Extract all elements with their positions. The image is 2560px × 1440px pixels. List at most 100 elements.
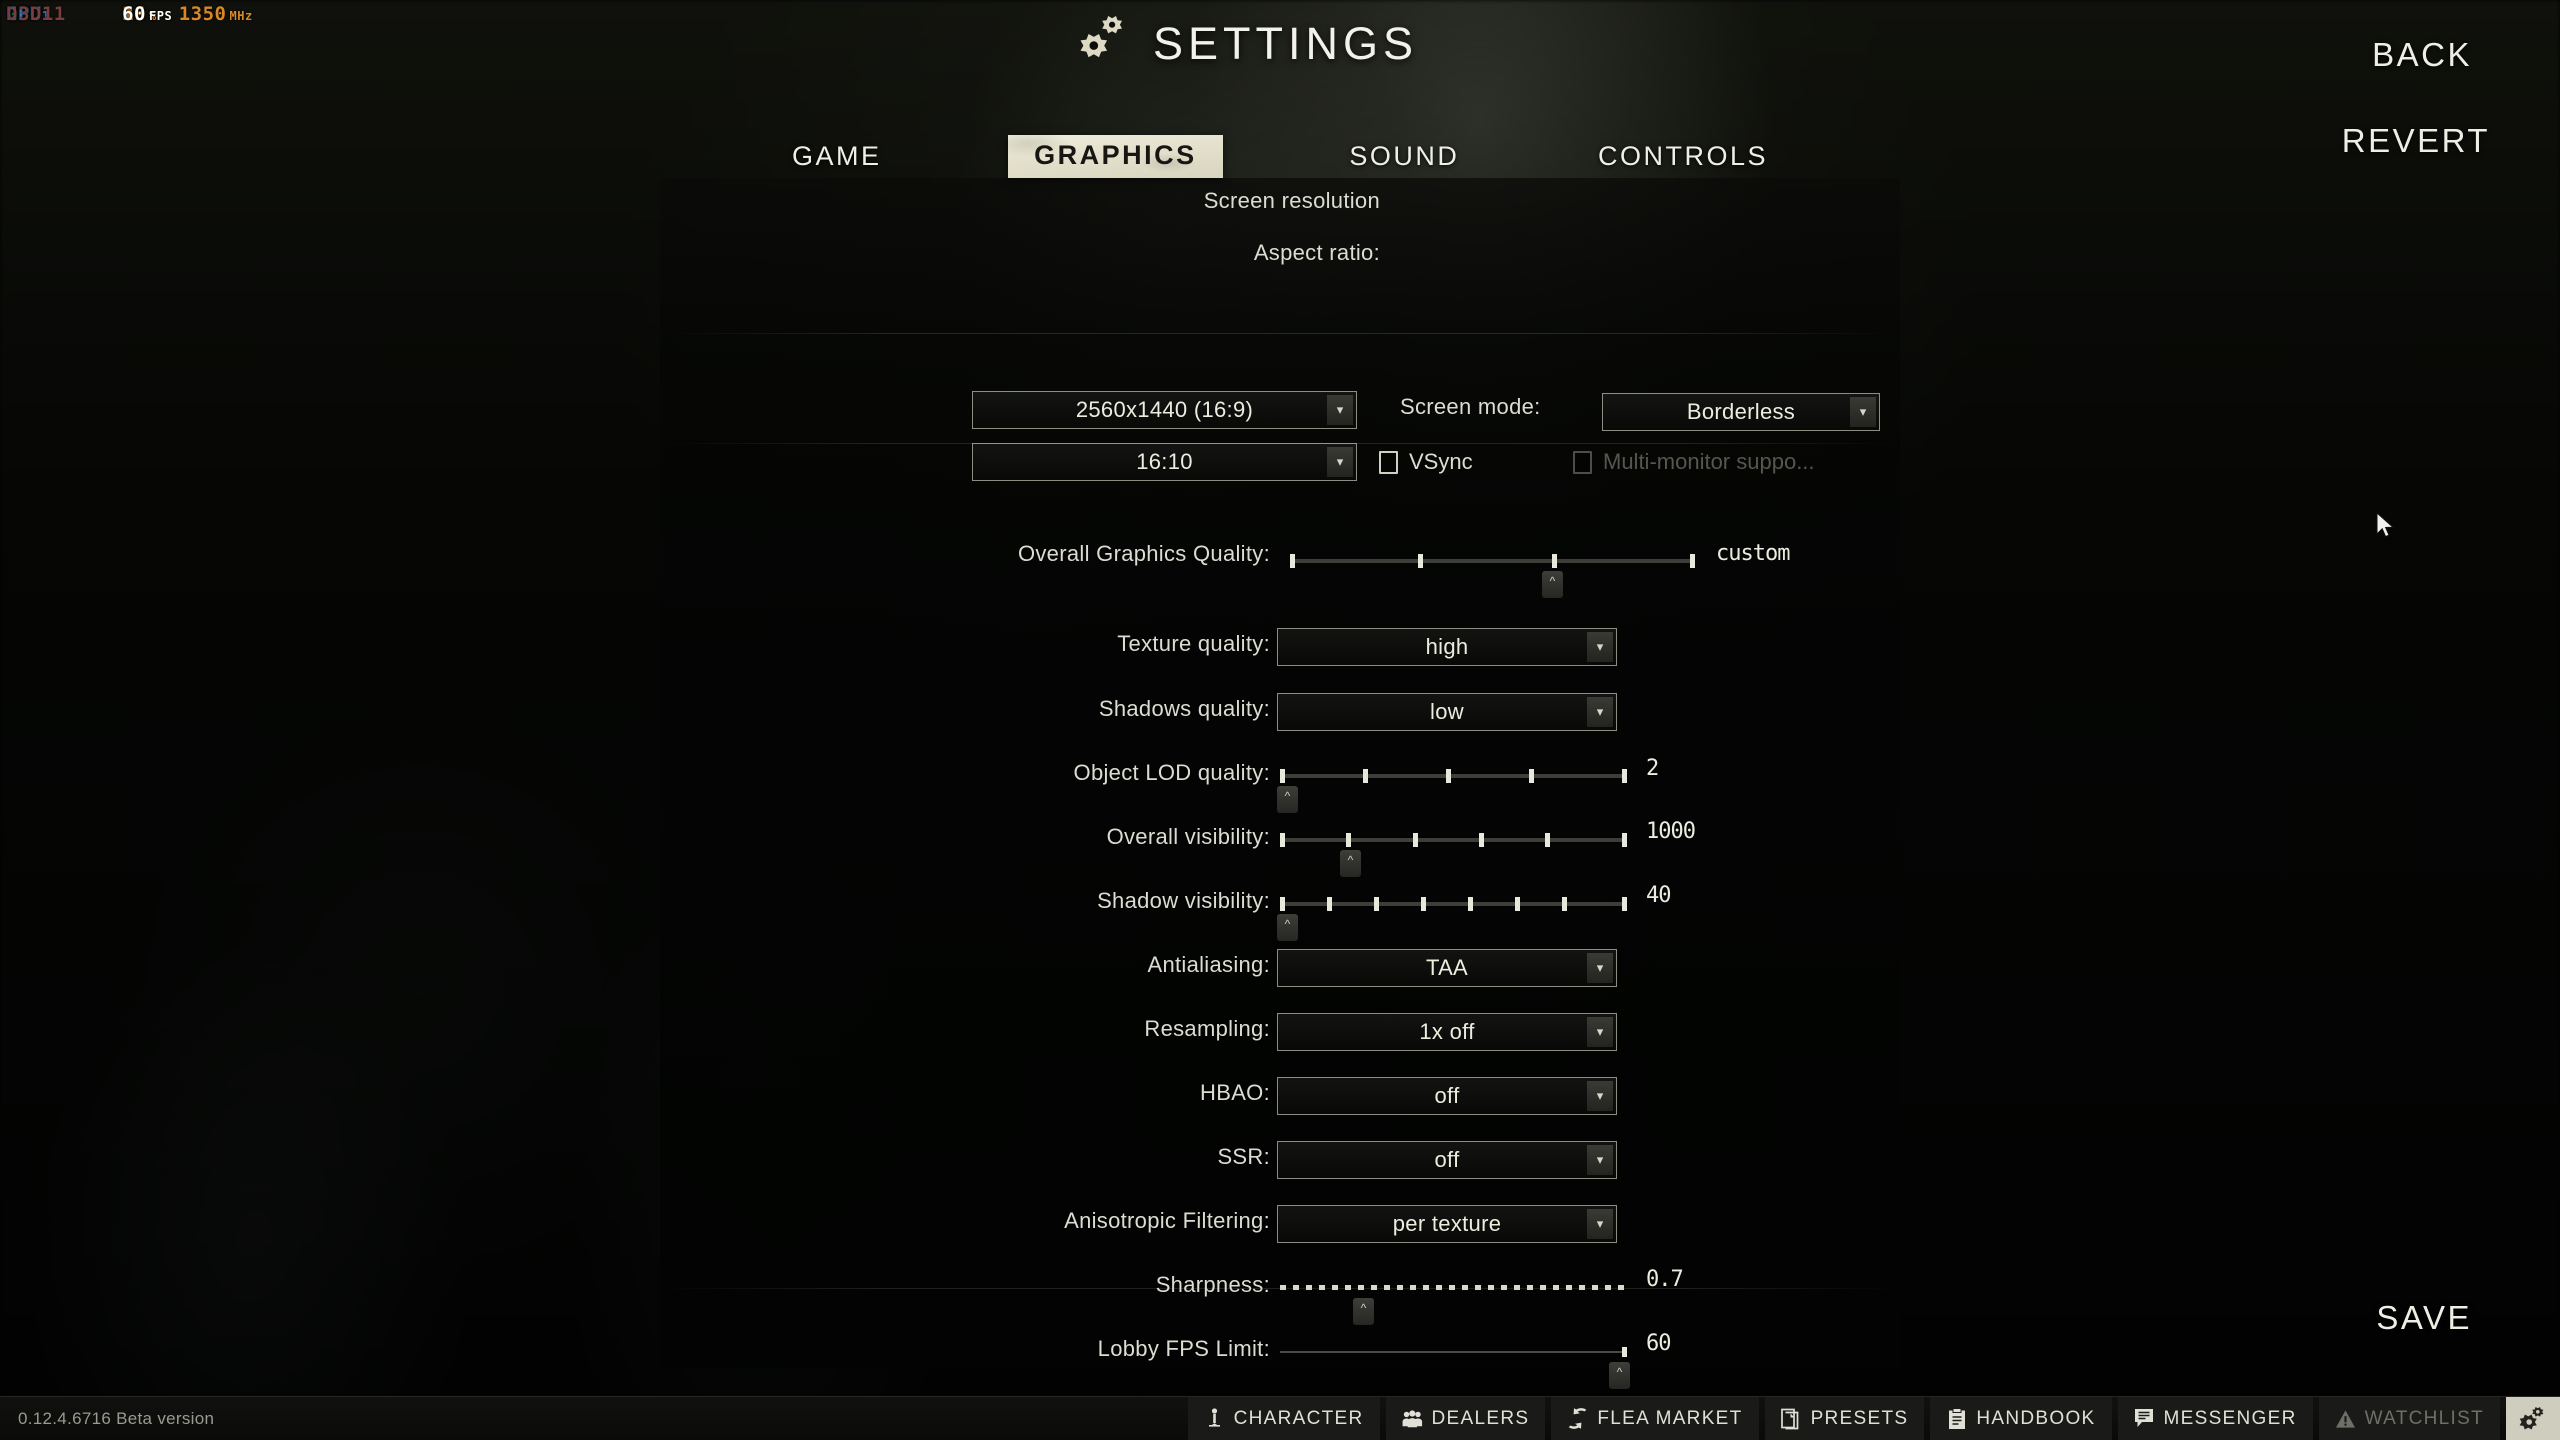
- slider-track: [1280, 774, 1627, 778]
- nav-flea-market[interactable]: FLEA MARKET: [1551, 1396, 1759, 1440]
- sharpness-slider[interactable]: ^: [1280, 1268, 1627, 1325]
- divider-top: [660, 333, 1900, 334]
- chevron-down-icon[interactable]: ▾: [1587, 1081, 1613, 1111]
- lobby-fps-value: 60: [1646, 1331, 1671, 1356]
- slider-tick: [1479, 833, 1484, 847]
- nav-handbook[interactable]: HANDBOOK: [1930, 1396, 2112, 1440]
- slider-tick: [1346, 833, 1351, 847]
- nav-messenger[interactable]: MESSENGER: [2117, 1396, 2313, 1440]
- tab-graphics[interactable]: GRAPHICS: [1008, 135, 1223, 178]
- nav-dealers[interactable]: DEALERS: [1385, 1396, 1546, 1440]
- object-lod-value: 2: [1646, 756, 1659, 781]
- slider-handle[interactable]: ^: [1353, 1298, 1374, 1325]
- slider-tick: [1515, 897, 1520, 911]
- slider-tick: [1622, 769, 1627, 783]
- slider-handle[interactable]: ^: [1542, 571, 1563, 598]
- tab-controls[interactable]: CONTROLS: [1586, 135, 1780, 178]
- slider-handle[interactable]: ^: [1277, 914, 1298, 941]
- chevron-down-icon[interactable]: ▾: [1587, 1145, 1613, 1175]
- nav-character[interactable]: CHARACTER: [1187, 1396, 1380, 1440]
- nav-label: CHARACTER: [1233, 1407, 1364, 1429]
- chevron-down-icon[interactable]: ▾: [1587, 697, 1613, 727]
- gears-icon: [1075, 14, 1137, 74]
- character-icon: [1204, 1407, 1225, 1431]
- back-button[interactable]: BACK: [2372, 36, 2472, 74]
- chevron-down-icon[interactable]: ▾: [1850, 397, 1876, 427]
- nav-settings[interactable]: [2506, 1396, 2560, 1440]
- shadows-quality-dropdown[interactable]: low ▾: [1277, 693, 1617, 731]
- shadow-visibility-row: Shadow visibility:: [660, 888, 1270, 914]
- anisotropic-dropdown[interactable]: per texture ▾: [1277, 1205, 1617, 1243]
- slider-tick: [1562, 897, 1567, 911]
- multi-monitor-checkbox: Multi-monitor suppo...: [1573, 449, 1815, 475]
- chevron-down-icon[interactable]: ▾: [1587, 1209, 1613, 1239]
- slider-handle[interactable]: ^: [1340, 850, 1361, 877]
- screen-resolution-dropdown[interactable]: 2560x1440 (16:9) ▾: [972, 391, 1357, 429]
- texture-quality-dropdown[interactable]: high ▾: [1277, 628, 1617, 666]
- overall-visibility-slider[interactable]: ^: [1280, 820, 1627, 877]
- nav-label: WATCHLIST: [2364, 1407, 2484, 1429]
- slider-track: [1280, 902, 1627, 906]
- slider-tick: [1280, 833, 1285, 847]
- screen-mode-dropdown[interactable]: Borderless ▾: [1602, 393, 1880, 431]
- lobby-fps-slider[interactable]: ^: [1280, 1332, 1630, 1389]
- shadow-visibility-label: Shadow visibility:: [1097, 888, 1270, 913]
- nav-label: PRESETS: [1810, 1407, 1909, 1429]
- texture-quality-row: Texture quality:: [660, 631, 1270, 657]
- chevron-down-icon[interactable]: ▾: [1587, 632, 1613, 662]
- antialiasing-dropdown[interactable]: TAA ▾: [1277, 949, 1617, 987]
- hbao-dropdown[interactable]: off ▾: [1277, 1077, 1617, 1115]
- hud-gpu-clock: 1350: [178, 3, 227, 25]
- shadows-quality-label: Shadows quality:: [1098, 696, 1270, 721]
- nav-presets[interactable]: PRESETS: [1764, 1396, 1925, 1440]
- slider-tick: [1374, 897, 1379, 911]
- slider-tick: [1421, 897, 1426, 911]
- slider-tick: [1280, 769, 1285, 783]
- slider-track: [1280, 1351, 1627, 1353]
- hbao-label: HBAO:: [1200, 1080, 1270, 1105]
- overall-quality-slider[interactable]: ^: [1290, 541, 1695, 598]
- overall-visibility-label: Overall visibility:: [1106, 824, 1270, 849]
- slider-tick: [1280, 897, 1285, 911]
- slider-tick: [1552, 554, 1557, 568]
- nav-label: MESSENGER: [2163, 1407, 2297, 1429]
- sharpness-label: Sharpness:: [1155, 1272, 1270, 1297]
- page-title: SETTINGS: [1153, 18, 1419, 69]
- tab-sound[interactable]: SOUND: [1337, 135, 1471, 178]
- revert-button[interactable]: REVERT: [2342, 122, 2490, 160]
- texture-quality-label: Texture quality:: [1117, 631, 1270, 656]
- chat-icon: [2134, 1407, 2155, 1431]
- checkbox-icon[interactable]: [1379, 450, 1398, 474]
- resampling-dropdown[interactable]: 1x off ▾: [1277, 1013, 1617, 1051]
- settings-header: SETTINGS GAME GRAPHICS SOUND CONTROLS: [0, 0, 2560, 178]
- tab-game[interactable]: GAME: [780, 135, 894, 178]
- chevron-down-icon[interactable]: ▾: [1587, 1017, 1613, 1047]
- slider-handle[interactable]: ^: [1609, 1362, 1630, 1389]
- hud-gpu-clock-unit: MHz: [229, 9, 253, 23]
- slider-track: [1290, 559, 1695, 563]
- overall-quality-value: custom: [1716, 541, 1790, 566]
- screen-mode-value: Borderless: [1686, 399, 1796, 424]
- save-button[interactable]: SAVE: [2376, 1299, 2472, 1337]
- ssr-dropdown[interactable]: off ▾: [1277, 1141, 1617, 1179]
- graphics-settings-panel: Screen resolution 2560x1440 (16:9) ▾ Scr…: [660, 178, 1900, 1440]
- slider-tick: [1545, 833, 1550, 847]
- resampling-label: Resampling:: [1144, 1016, 1270, 1041]
- vsync-checkbox[interactable]: VSync: [1379, 449, 1473, 475]
- aspect-ratio-dropdown[interactable]: 16:10 ▾: [972, 443, 1357, 481]
- shadow-visibility-slider[interactable]: ^: [1277, 884, 1627, 941]
- ssr-label: SSR:: [1217, 1144, 1270, 1169]
- slider-tick: [1690, 554, 1695, 568]
- warning-icon: [2335, 1407, 2356, 1431]
- settings-tabs[interactable]: GAME GRAPHICS SOUND CONTROLS: [780, 135, 1780, 178]
- slider-tick: [1529, 769, 1534, 783]
- overall-quality-label-row: Overall Graphics Quality:: [660, 541, 1270, 567]
- nav-watchlist[interactable]: WATCHLIST: [2318, 1396, 2500, 1440]
- slider-handle[interactable]: ^: [1277, 786, 1298, 813]
- lobby-fps-label: Lobby FPS Limit:: [1097, 1336, 1270, 1361]
- chevron-down-icon[interactable]: ▾: [1327, 447, 1353, 477]
- chevron-down-icon[interactable]: ▾: [1327, 395, 1353, 425]
- object-lod-slider[interactable]: ^: [1277, 756, 1627, 813]
- anisotropic-label: Anisotropic Filtering:: [1064, 1208, 1270, 1233]
- chevron-down-icon[interactable]: ▾: [1587, 953, 1613, 983]
